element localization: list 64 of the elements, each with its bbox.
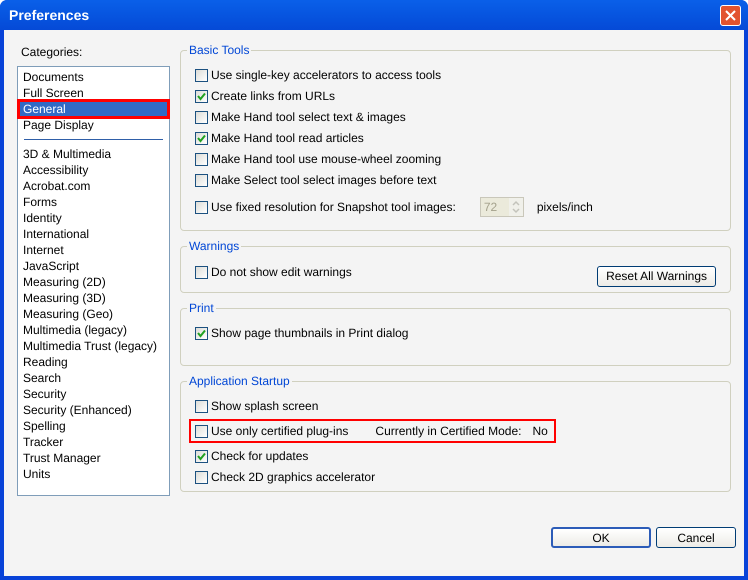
- category-item[interactable]: Accessibility: [19, 162, 168, 178]
- close-button[interactable]: [720, 4, 741, 26]
- category-item[interactable]: Measuring (2D): [19, 274, 168, 290]
- category-item[interactable]: Units: [19, 466, 168, 482]
- category-item[interactable]: Acrobat.com: [19, 178, 168, 194]
- category-item[interactable]: Identity: [19, 210, 168, 226]
- category-item[interactable]: Reading: [19, 354, 168, 370]
- checkbox[interactable]: [195, 424, 208, 438]
- checkbox-label[interactable]: Use only certified plug-ins: [211, 422, 348, 440]
- close-icon: [725, 10, 736, 20]
- dialog-button[interactable]: OK: [551, 527, 651, 548]
- category-item[interactable]: Multimedia (legacy): [19, 322, 168, 338]
- category-item[interactable]: Measuring (Geo): [19, 306, 168, 322]
- checkbox[interactable]: [195, 132, 208, 144]
- category-item[interactable]: General: [19, 101, 168, 117]
- checkbox[interactable]: [195, 266, 208, 278]
- checkbox-label[interactable]: Make Hand tool read articles: [211, 129, 364, 147]
- certified-mode-value: No: [532, 423, 548, 440]
- checkbox[interactable]: [195, 68, 208, 82]
- checkbox[interactable]: [195, 326, 208, 340]
- category-item[interactable]: Multimedia Trust (legacy): [19, 338, 168, 354]
- checkbox-label[interactable]: Create links from URLs: [211, 87, 336, 105]
- checkbox[interactable]: [195, 470, 208, 484]
- category-item[interactable]: Measuring (3D): [19, 290, 168, 306]
- category-item[interactable]: Documents: [19, 69, 168, 85]
- checkbox[interactable]: [195, 450, 208, 462]
- certified-mode-label: Currently in Certified Mode:: [375, 423, 522, 440]
- group-title: Basic Tools: [187, 43, 252, 57]
- reset-warnings-button[interactable]: Reset All Warnings: [597, 266, 716, 286]
- category-item[interactable]: 3D & Multimedia: [19, 146, 168, 162]
- dialog-button[interactable]: Cancel: [656, 527, 736, 548]
- category-item[interactable]: Internet: [19, 242, 168, 258]
- checkbox[interactable]: [195, 174, 208, 186]
- checkbox-label[interactable]: Check for updates: [211, 447, 308, 465]
- group-title: Print: [187, 301, 216, 315]
- category-item[interactable]: Page Display: [19, 117, 168, 133]
- category-item[interactable]: Search: [19, 370, 168, 386]
- checkbox[interactable]: [195, 152, 208, 166]
- checkbox[interactable]: [195, 90, 208, 102]
- category-item[interactable]: International: [19, 226, 168, 242]
- unit-label: pixels/inch: [536, 199, 593, 216]
- checkbox-label[interactable]: Make Select tool select images before text: [211, 171, 436, 189]
- category-item[interactable]: Forms: [19, 194, 168, 210]
- checkbox-label[interactable]: Use single-key accelerators to access tools: [211, 66, 442, 84]
- checkbox-label[interactable]: Check 2D graphics accelerator: [211, 468, 376, 486]
- category-item[interactable]: JavaScript: [19, 258, 168, 274]
- checkbox[interactable]: [195, 110, 208, 124]
- category-item[interactable]: Full Screen: [19, 85, 168, 101]
- group-title: Application Startup: [187, 374, 292, 388]
- checkbox[interactable]: [195, 400, 208, 412]
- checkbox-label[interactable]: Make Hand tool use mouse-wheel zooming: [211, 150, 442, 168]
- group-title: Warnings: [187, 239, 242, 253]
- window-title: Preferences: [8, 6, 90, 24]
- category-item[interactable]: Tracker: [19, 434, 168, 450]
- checkbox-label[interactable]: Do not show edit warnings: [211, 263, 352, 281]
- checkbox-label[interactable]: Show splash screen: [211, 397, 318, 415]
- checkbox-label[interactable]: Make Hand tool select text & images: [211, 108, 406, 126]
- checkbox-label[interactable]: Show page thumbnails in Print dialog: [211, 324, 408, 342]
- spinner-arrows-icon: [508, 198, 523, 216]
- category-item[interactable]: Security (Enhanced): [19, 402, 168, 418]
- categories-label: Categories:: [20, 44, 84, 61]
- category-item[interactable]: Trust Manager: [19, 450, 168, 466]
- category-item[interactable]: Security: [19, 386, 168, 402]
- category-item[interactable]: Spelling: [19, 418, 168, 434]
